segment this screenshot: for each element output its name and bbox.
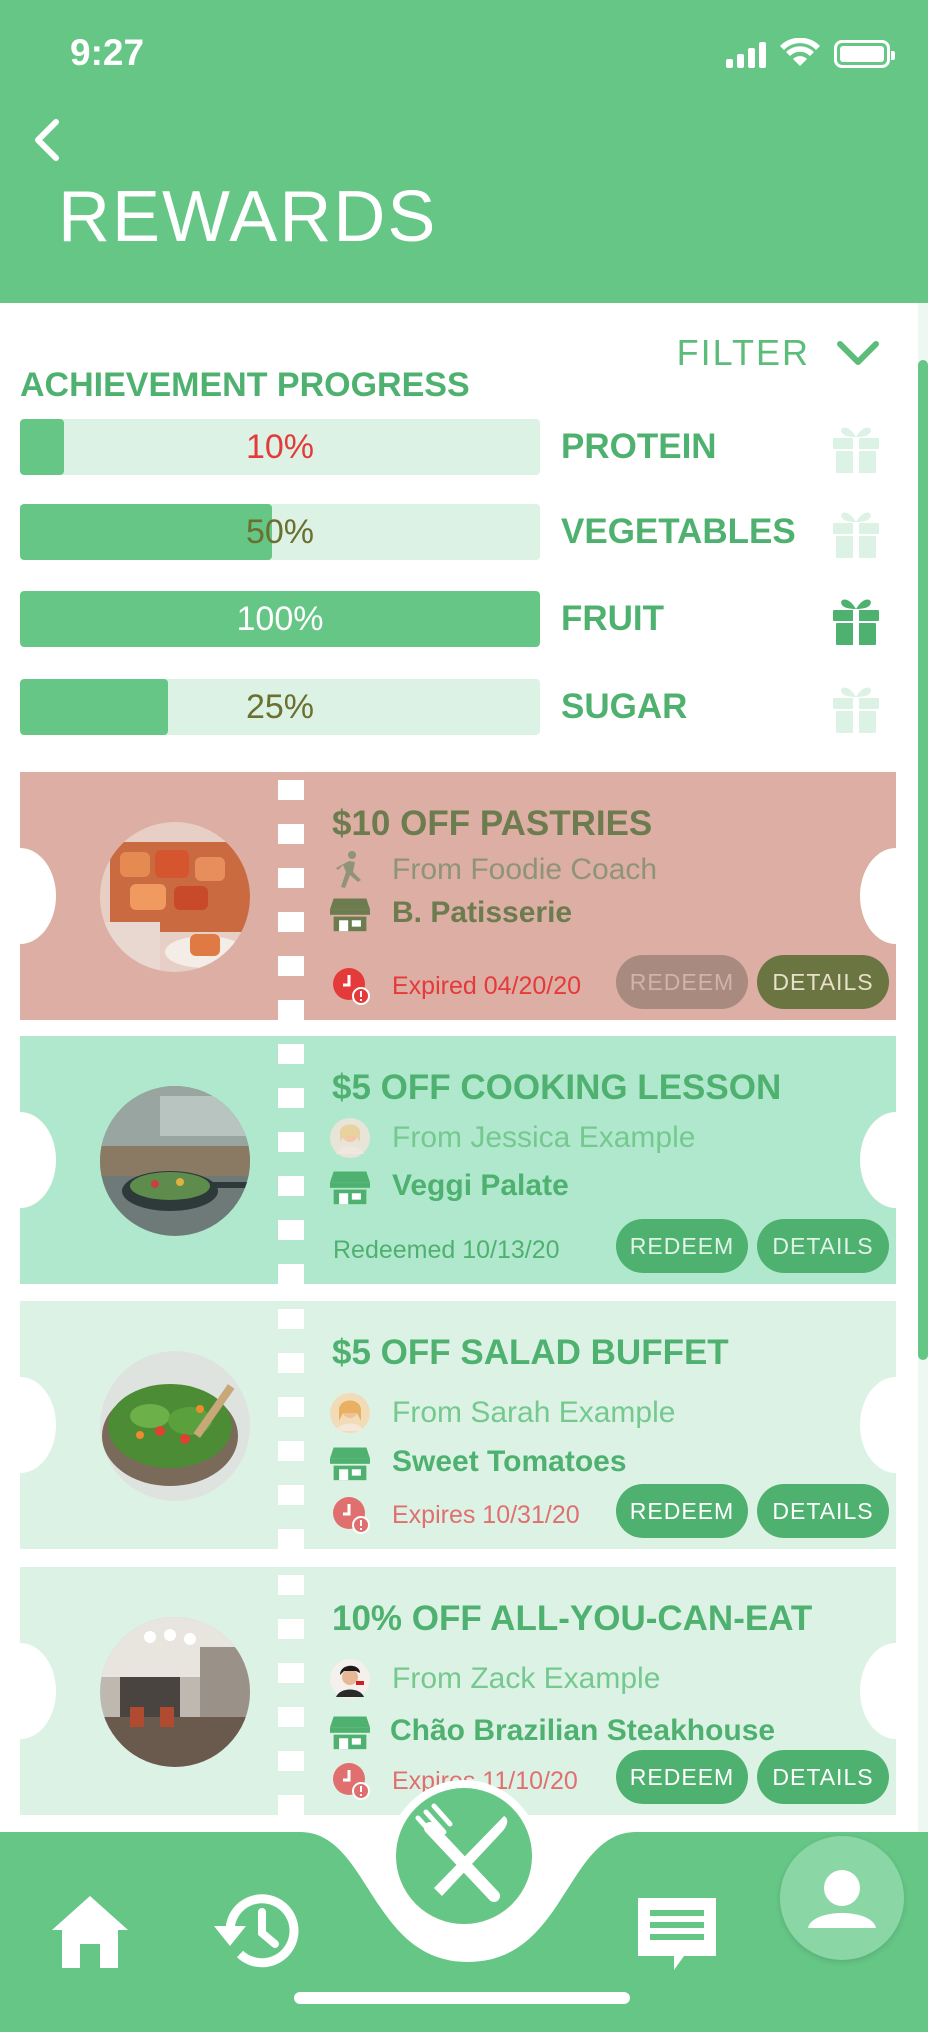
avatar bbox=[330, 1393, 370, 1433]
progress-category: SUGAR bbox=[561, 687, 688, 726]
progress-row-sugar: 25% SUGAR bbox=[20, 679, 900, 735]
progress-category: VEGETABLES bbox=[561, 512, 796, 551]
avatar bbox=[330, 1118, 370, 1158]
redeem-button[interactable]: REDEEM bbox=[616, 1219, 748, 1273]
details-button[interactable]: DETAILS bbox=[757, 1484, 889, 1538]
details-button[interactable]: DETAILS bbox=[757, 955, 889, 1009]
coupon-vendor-text: Sweet Tomatoes bbox=[392, 1445, 627, 1478]
coupon-vendor: Veggi Palate bbox=[328, 1164, 569, 1208]
progress-percent: 10% bbox=[245, 428, 315, 466]
progress-percent: 25% bbox=[245, 688, 315, 726]
coupon-from: From Sarah Example bbox=[328, 1391, 675, 1435]
coupon-status: Expires 10/31/20 bbox=[332, 1493, 580, 1537]
coupon-from: From Foodie Coach bbox=[328, 848, 657, 892]
chevron-down-icon bbox=[837, 341, 879, 365]
ticket-perforation bbox=[278, 780, 304, 1020]
coupon-vendor: B. Patisserie bbox=[328, 891, 572, 935]
clock-alert-icon bbox=[333, 1497, 370, 1534]
gift-icon[interactable] bbox=[830, 593, 882, 645]
history-icon bbox=[214, 1894, 299, 1968]
chevron-left-icon bbox=[35, 119, 59, 161]
coupon-vendor-text: Chão Brazilian Steakhouse bbox=[390, 1714, 776, 1747]
coupon-vendor: Sweet Tomatoes bbox=[328, 1440, 627, 1484]
fork-knife-icon bbox=[415, 1803, 508, 1902]
coupon-status: Expired 04/20/20 bbox=[332, 964, 581, 1008]
store-icon bbox=[330, 1447, 370, 1481]
filter-label: FILTER bbox=[676, 332, 810, 373]
status-time: 9:27 bbox=[70, 32, 145, 73]
ticket-perforation bbox=[278, 1309, 304, 1549]
nav-profile-button[interactable] bbox=[780, 1836, 904, 1960]
coach-icon bbox=[336, 851, 361, 888]
gift-icon[interactable] bbox=[830, 421, 882, 473]
coupon-title: $5 OFF SALAD BUFFET bbox=[332, 1333, 729, 1372]
store-icon bbox=[330, 1171, 370, 1205]
wifi-icon bbox=[780, 38, 820, 66]
signal-icon bbox=[726, 40, 766, 68]
gift-icon[interactable] bbox=[830, 681, 882, 733]
progress-percent: 100% bbox=[236, 600, 324, 638]
clock-alert-icon bbox=[333, 968, 370, 1005]
app-header: 9:27 REWARDS bbox=[0, 0, 928, 303]
redeem-button[interactable]: REDEEM bbox=[616, 1484, 748, 1538]
page-title: REWARDS bbox=[58, 177, 438, 257]
battery-icon bbox=[834, 40, 895, 68]
coupon-title: $5 OFF COOKING LESSON bbox=[332, 1068, 782, 1107]
progress-row-fruit: 100% FRUIT bbox=[20, 591, 900, 647]
achievement-title: ACHIEVEMENT PROGRESS bbox=[20, 366, 470, 404]
ticket-perforation bbox=[278, 1044, 304, 1284]
coupon-from-text: From Zack Example bbox=[392, 1662, 661, 1695]
home-icon bbox=[52, 1896, 128, 1968]
scrollbar-thumb[interactable] bbox=[918, 360, 928, 1360]
coupon-title: $10 OFF PASTRIES bbox=[332, 804, 653, 843]
coupon-card[interactable]: $5 OFF COOKING LESSON From Jessica Examp… bbox=[20, 1036, 896, 1284]
nav-messages-button[interactable] bbox=[634, 1894, 720, 1974]
ticket-perforation bbox=[278, 1575, 304, 1815]
gift-icon[interactable] bbox=[830, 506, 882, 558]
nav-history-button[interactable] bbox=[212, 1888, 304, 1974]
progress-row-vegetables: 50% VEGETABLES bbox=[20, 504, 900, 560]
coupon-status-text: Expired 04/20/20 bbox=[392, 971, 582, 1000]
coupon-from: From Jessica Example bbox=[328, 1116, 695, 1160]
coupon-card[interactable]: $10 OFF PASTRIES From Foodie Coach B. Pa… bbox=[20, 772, 896, 1020]
coupon-status-text: Redeemed 10/13/20 bbox=[333, 1235, 560, 1264]
redeem-button[interactable]: REDEEM bbox=[616, 1750, 748, 1804]
coupon-image-restaurant bbox=[100, 1617, 250, 1767]
store-icon bbox=[330, 898, 370, 932]
coupon-card[interactable]: 10% OFF ALL-YOU-CAN-EAT From Zack Exampl… bbox=[20, 1567, 896, 1815]
coupon-vendor-text: B. Patisserie bbox=[392, 896, 573, 929]
coupon-from-text: From Jessica Example bbox=[392, 1121, 696, 1154]
redeem-button[interactable]: REDEEM bbox=[616, 955, 748, 1009]
home-indicator bbox=[294, 1992, 630, 2004]
coupon-image-pastries bbox=[100, 822, 250, 972]
coupon-vendor-text: Veggi Palate bbox=[392, 1169, 569, 1202]
coupon-image-cooking bbox=[100, 1086, 250, 1236]
coupon-from-text: From Foodie Coach bbox=[392, 853, 658, 886]
coupon-from-text: From Sarah Example bbox=[392, 1396, 676, 1429]
coupon-from: From Zack Example bbox=[328, 1657, 660, 1701]
coupon-title: 10% OFF ALL-YOU-CAN-EAT bbox=[332, 1599, 813, 1638]
nav-home-button[interactable] bbox=[48, 1892, 132, 1972]
coupon-image-salad bbox=[100, 1351, 250, 1501]
profile-icon bbox=[808, 1870, 876, 1928]
progress-row-protein: 10% PROTEIN bbox=[20, 419, 900, 475]
coupon-status-text: Expires 10/31/20 bbox=[392, 1500, 580, 1529]
details-button[interactable]: DETAILS bbox=[757, 1750, 889, 1804]
coupon-vendor: Chão Brazilian Steakhouse bbox=[328, 1709, 775, 1753]
clock-alert-icon bbox=[333, 1763, 370, 1800]
messages-icon bbox=[638, 1898, 716, 1970]
status-icons bbox=[726, 38, 895, 68]
store-icon bbox=[330, 1716, 370, 1750]
avatar bbox=[330, 1659, 370, 1699]
progress-percent: 50% bbox=[245, 513, 315, 551]
coupon-card[interactable]: $5 OFF SALAD BUFFET From Sarah Example S… bbox=[20, 1301, 896, 1549]
progress-category: PROTEIN bbox=[561, 427, 717, 466]
progress-category: FRUIT bbox=[561, 599, 665, 638]
details-button[interactable]: DETAILS bbox=[757, 1219, 889, 1273]
nav-food-button[interactable] bbox=[388, 1780, 540, 1932]
back-button[interactable] bbox=[24, 110, 74, 170]
filter-dropdown[interactable]: FILTER bbox=[677, 332, 880, 374]
coupon-status: Redeemed 10/13/20 bbox=[333, 1228, 560, 1272]
